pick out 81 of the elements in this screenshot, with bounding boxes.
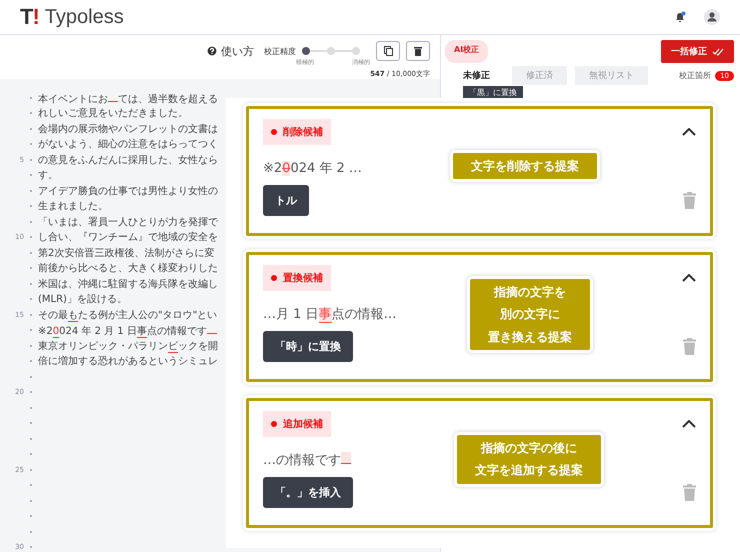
line-dot xyxy=(30,252,32,254)
double-check-icon xyxy=(712,48,724,56)
missing-character-mark xyxy=(341,452,351,464)
text-line: ※20024 年 2 月 1 日事点の情報です xyxy=(38,322,217,338)
line-dot xyxy=(30,329,32,332)
replace-button[interactable]: 「黒」に置換 xyxy=(463,86,523,99)
chevron-up-icon[interactable] xyxy=(682,128,696,136)
line-dot xyxy=(30,298,32,300)
fix-all-button[interactable]: 一括修正 xyxy=(661,40,734,63)
text-line: 東京オリンピック・パラリン ビックを開 xyxy=(38,340,218,353)
line-dot xyxy=(30,530,32,533)
line-dot xyxy=(30,438,32,440)
suggestion-tag: 追加候補 xyxy=(263,411,331,437)
line-dot xyxy=(30,205,32,208)
apply-suggestion-button[interactable]: トル xyxy=(263,185,309,216)
ai-proofread-label: AI校正 xyxy=(445,40,488,63)
slider-step-dot[interactable] xyxy=(352,47,360,55)
text-line: す。 xyxy=(38,169,58,182)
suggestion-tag: 置換候補 xyxy=(263,265,331,291)
line-dot xyxy=(30,128,32,130)
text-line: 第2次安倍晋三政権後、法制がさらに変 xyxy=(38,246,214,260)
line-dot xyxy=(30,190,32,192)
line-dot xyxy=(30,360,32,362)
line-dot xyxy=(30,422,32,424)
line-dot xyxy=(30,453,32,456)
line-dot xyxy=(30,314,32,316)
line-dot xyxy=(30,158,32,161)
chevron-up-icon[interactable] xyxy=(682,274,696,282)
line-dot xyxy=(30,236,32,238)
line-dot xyxy=(30,376,32,378)
user-avatar-icon[interactable] xyxy=(704,9,720,25)
issue-count-label: 校正箇所 xyxy=(679,70,712,81)
text-line: れしいご意見をいただきました。 xyxy=(38,106,188,120)
apply-suggestion-button[interactable]: 「。」を挿入 xyxy=(263,477,353,508)
text-line: し合い、『ワンチーム』で地域の安全を xyxy=(38,230,218,244)
line-dot xyxy=(30,500,32,502)
slider-step-dot[interactable] xyxy=(327,47,336,55)
explanation-callout: 指摘の文字の後に 文字を追加する提案 xyxy=(454,432,604,487)
line-dot xyxy=(30,391,32,394)
help-link[interactable]: 使い方 xyxy=(206,41,254,61)
line-dot xyxy=(30,515,32,518)
line-dot xyxy=(30,220,32,223)
line-dot xyxy=(30,406,32,409)
text-line: 本イベントにお ては、過半数を超える xyxy=(38,90,218,106)
text-line: 倍に増加する恐れがあるというシミュレ xyxy=(38,354,218,368)
accuracy-label: 校正精度 xyxy=(264,46,296,56)
text-line: その最もたる例が主人公の"タロウ"とい xyxy=(38,308,218,322)
text-line: 生まれました。 xyxy=(38,200,108,214)
logo-mark: T! xyxy=(20,4,39,30)
slider-thumb[interactable] xyxy=(302,47,310,55)
text-line: がないよう、細心の注意をはらってつく xyxy=(38,138,218,152)
apply-suggestion-button[interactable]: 「時」に置換 xyxy=(263,331,353,362)
text-line: アイデア勝負の仕事では男性より女性の xyxy=(38,184,218,198)
copy-button[interactable] xyxy=(376,41,400,61)
context-snippet: …の情報です xyxy=(263,451,351,469)
text-line: 前後から比べると、大きく様変わりした xyxy=(38,262,218,276)
context-snippet: ※20024 年 2 … xyxy=(263,160,362,177)
copy-icon xyxy=(384,46,392,56)
logo-text: Typoless xyxy=(44,6,124,28)
trash-icon xyxy=(414,46,422,56)
line-dot xyxy=(30,112,32,114)
line-dot xyxy=(30,344,32,347)
text-line: 米国は、沖縄に駐留する海兵隊を改編し xyxy=(38,278,218,291)
text-line: (MLR)」を設ける。 xyxy=(38,292,127,306)
line-dot xyxy=(30,546,32,548)
text-line: の意見をふんだんに採用した、女性なら xyxy=(38,154,218,167)
line-dot xyxy=(30,282,32,285)
suggestion-tag: 削除候補 xyxy=(263,119,331,145)
line-dot xyxy=(30,174,32,176)
bell-icon[interactable] xyxy=(674,11,686,23)
line-dot xyxy=(30,143,32,146)
text-line: 「いまは、署員一人ひとりが力を発揮で xyxy=(38,216,218,229)
line-dot xyxy=(30,484,32,486)
context-snippet: …月 1 日事点の情報… xyxy=(263,306,397,323)
text-line: 会場内の展示物やパンフレットの文書は xyxy=(38,122,218,136)
chevron-up-icon[interactable] xyxy=(682,420,696,428)
line-dot xyxy=(30,468,32,471)
help-icon xyxy=(206,45,218,57)
line-dot xyxy=(30,96,32,99)
line-dot xyxy=(30,267,32,270)
delete-button[interactable] xyxy=(406,41,430,61)
